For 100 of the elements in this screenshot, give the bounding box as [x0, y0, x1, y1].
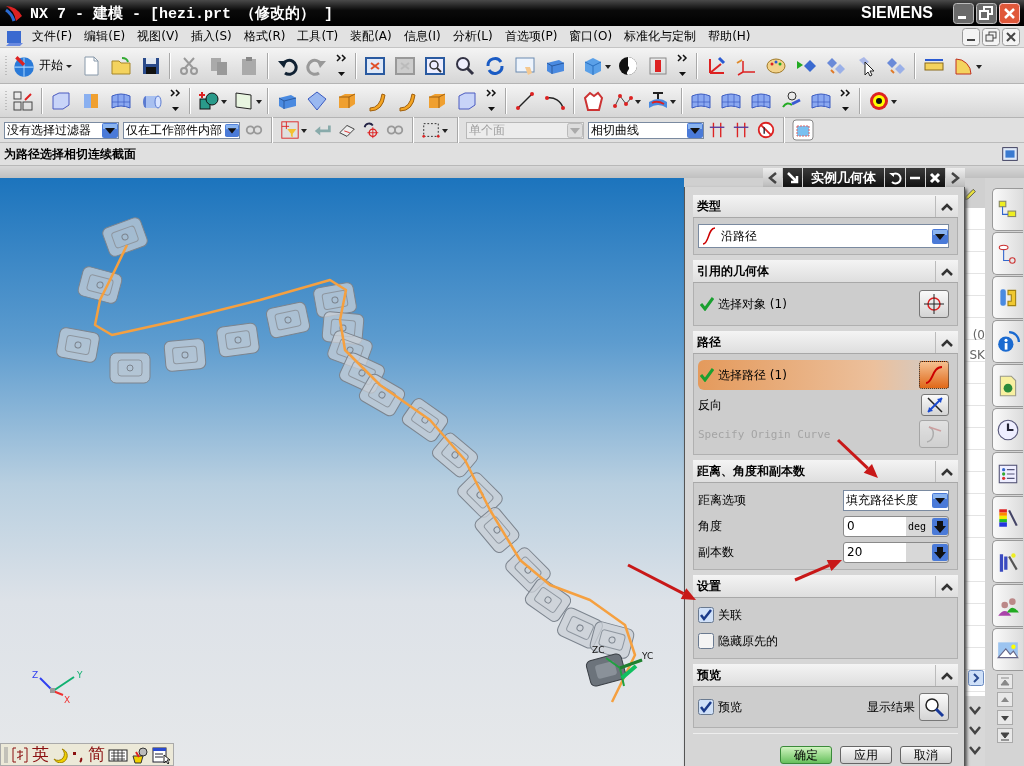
menu-item[interactable]: 编辑(E)	[78, 28, 132, 45]
arrow-icon[interactable]	[785, 170, 800, 185]
dropdown-value: 沿路径	[721, 227, 757, 245]
close-icon[interactable]	[928, 170, 943, 185]
prohibited-icon[interactable]	[756, 120, 776, 140]
section-title: 预览	[697, 666, 722, 684]
resource-tab[interactable]	[992, 408, 1023, 451]
resource-tab[interactable]	[992, 320, 1023, 363]
resource-tab[interactable]	[992, 496, 1023, 539]
scroll-bottom-icon[interactable]	[996, 728, 1013, 743]
grip-icon[interactable]	[4, 746, 8, 763]
dialog-button[interactable]: 应用	[840, 746, 892, 764]
section-header[interactable]: 预览	[693, 664, 958, 687]
reset-icon[interactable]	[887, 170, 902, 185]
curve-icon	[701, 227, 717, 245]
checkbox[interactable]	[698, 607, 714, 623]
annotation-arrow	[627, 563, 696, 600]
resource-tab[interactable]	[992, 584, 1023, 627]
minimize-icon[interactable]	[962, 27, 980, 46]
box-icon[interactable]	[792, 119, 814, 141]
checkbox[interactable]	[698, 699, 714, 715]
section-header[interactable]: 设置	[693, 575, 958, 598]
menu-item[interactable]: 首选项(P)	[498, 28, 564, 45]
marquee-icon[interactable]	[421, 120, 441, 140]
box-icon[interactable]	[456, 89, 478, 112]
section-header[interactable]: 距离、角度和副本数	[693, 460, 958, 483]
type-dropdown[interactable]: 沿路径	[698, 224, 949, 248]
plane-icon[interactable]	[233, 89, 255, 112]
button-label: 显示结果	[867, 698, 915, 716]
rotate-icon[interactable]	[484, 54, 506, 77]
section-header[interactable]: 类型	[693, 195, 958, 218]
zoom-icon[interactable]	[424, 54, 446, 77]
curve-rule-dropdown[interactable]: 相切曲线	[588, 121, 704, 139]
menu-item[interactable]: 装配(A)	[344, 28, 398, 45]
sketch-icon[interactable]	[12, 89, 34, 112]
axis-label: YC	[642, 651, 654, 661]
shading-icon[interactable]	[617, 54, 639, 77]
dialog-button[interactable]: 确定	[780, 746, 832, 764]
resource-tab[interactable]	[992, 232, 1023, 275]
keyboard-icon[interactable]	[108, 746, 128, 763]
menu-item[interactable]: 文件(F)	[26, 28, 79, 45]
scroll-top-icon[interactable]	[996, 674, 1013, 689]
start-button[interactable]: 开始	[8, 53, 76, 78]
scope-dropdown[interactable]: 仅在工作部件内部	[123, 121, 240, 139]
line-icon[interactable]	[514, 89, 536, 112]
number-field[interactable]: 20	[843, 541, 949, 563]
menu-icon[interactable]	[152, 745, 170, 764]
gem-icon[interactable]	[306, 89, 328, 112]
filter-dropdown[interactable]: 没有选择过滤器	[4, 121, 119, 139]
minimize-icon[interactable]	[953, 2, 974, 24]
menu-item[interactable]: 帮助(H)	[702, 28, 757, 45]
resource-tab[interactable]	[992, 452, 1023, 495]
selection-row[interactable]: 选择路径 (1)	[698, 360, 949, 390]
down-arrow-icon[interactable]	[932, 517, 948, 535]
restore-icon[interactable]	[976, 2, 997, 24]
info-icon	[996, 329, 1020, 354]
window-icon[interactable]	[1000, 144, 1020, 164]
down-arrow-icon[interactable]	[932, 543, 948, 561]
charset-mode[interactable]: 简	[88, 743, 105, 766]
menu-item[interactable]: 格式(R)	[237, 28, 292, 45]
outline-icon[interactable]	[582, 89, 604, 112]
scroll-right-icon[interactable]	[968, 670, 984, 686]
section-header[interactable]: 路径	[693, 331, 958, 354]
shapes-icon[interactable]	[198, 89, 220, 112]
cylinder-icon[interactable]	[647, 54, 669, 77]
target-icon[interactable]	[868, 89, 890, 112]
show-result-button[interactable]	[919, 693, 949, 721]
reverse-direction-button[interactable]	[921, 394, 949, 416]
select-curve-button[interactable]	[919, 361, 949, 389]
field-label: 副本数	[698, 543, 734, 561]
checkbox[interactable]	[698, 633, 714, 649]
ime-logo-icon[interactable]	[11, 745, 29, 764]
resource-tab[interactable]	[992, 540, 1023, 583]
scroll-down-icon[interactable]	[996, 710, 1013, 725]
resource-tab[interactable]	[992, 628, 1023, 671]
close-icon[interactable]	[1002, 27, 1020, 46]
section-header[interactable]: 引用的几何体	[693, 260, 958, 283]
menu-item[interactable]: 标准化与定制	[618, 28, 703, 45]
toolbox-icon[interactable]	[131, 745, 149, 764]
language-mode[interactable]: 英	[32, 743, 49, 766]
number-field[interactable]: 0 deg	[843, 515, 949, 537]
unit-label: deg	[907, 520, 926, 532]
menu-item[interactable]: 视图(V)	[131, 28, 185, 45]
menu-item[interactable]: 分析(L)	[446, 28, 499, 45]
crosshair-icon[interactable]	[361, 120, 381, 140]
checkbox-label: 关联	[718, 606, 742, 624]
box-icon[interactable]	[50, 89, 72, 112]
frame-icon[interactable]	[364, 54, 386, 77]
selection-row[interactable]: 选择对象 (1)	[698, 289, 949, 319]
resource-tab[interactable]	[992, 276, 1023, 319]
menu-item[interactable]: 工具(T)	[291, 28, 345, 45]
resource-tab[interactable]	[992, 364, 1023, 407]
menu-item[interactable]: 窗口(O)	[563, 28, 619, 45]
menu-item[interactable]: 插入(S)	[184, 28, 238, 45]
zoom-icon[interactable]	[454, 54, 476, 77]
distance-dropdown[interactable]: 填充路径长度	[843, 489, 949, 511]
checkbox-label: 预览	[718, 698, 742, 716]
menu-item[interactable]: 信息(I)	[397, 28, 447, 45]
dialog-button[interactable]: 取消	[900, 746, 952, 764]
select-object-button[interactable]	[919, 290, 949, 318]
